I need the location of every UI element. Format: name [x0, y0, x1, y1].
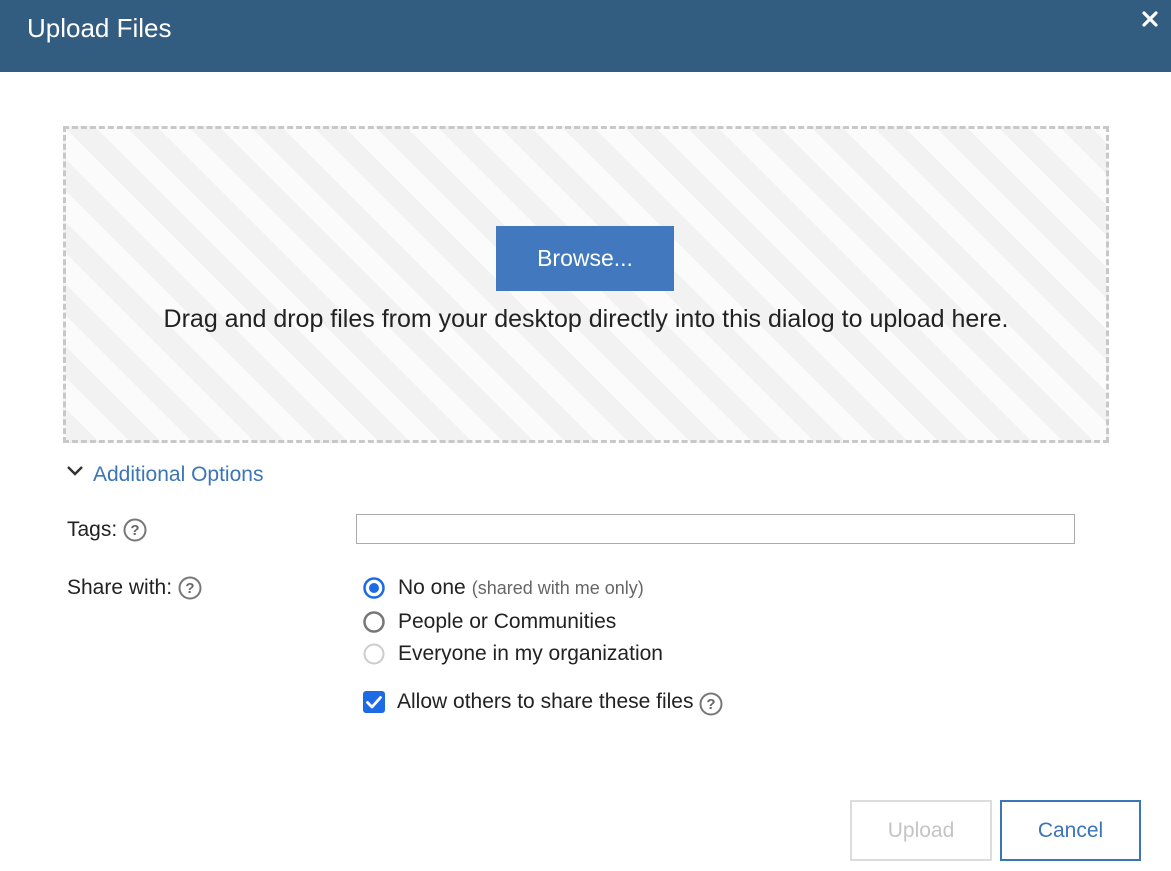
browse-button[interactable]: Browse... [496, 226, 674, 291]
share-option-label: People or Communities [398, 610, 617, 633]
help-icon[interactable]: ? [178, 576, 202, 600]
share-option-hint: (shared with me only) [471, 577, 644, 598]
additional-options-toggle[interactable]: Additional Options [66, 460, 263, 490]
drop-instructions: Drag and drop files from your desktop di… [163, 305, 1009, 333]
checkbox-checked-icon[interactable] [362, 690, 386, 714]
share-label-row: Share with: ? [67, 576, 202, 600]
radio-unselected-icon[interactable] [363, 611, 385, 633]
dialog-titlebar: Upload Files [0, 0, 1171, 72]
share-option-label: No one [398, 576, 466, 599]
upload-button[interactable]: Upload [850, 800, 992, 861]
share-option-everyone[interactable]: Everyone in my organization [363, 642, 663, 666]
radio-selected-icon[interactable] [363, 577, 385, 599]
help-icon[interactable]: ? [123, 518, 147, 542]
cancel-button[interactable]: Cancel [1000, 800, 1141, 861]
chevron-down-icon [67, 466, 83, 476]
tags-input[interactable] [356, 514, 1075, 544]
dialog-title: Upload Files [27, 13, 172, 43]
share-option-no-one[interactable]: No one (shared with me only) [363, 576, 644, 600]
drop-zone[interactable]: Browse... Drag and drop files from your … [63, 126, 1109, 443]
svg-text:?: ? [185, 580, 194, 597]
radio-disabled-icon[interactable] [363, 643, 385, 665]
tags-label-row: Tags: ? [67, 518, 147, 542]
allow-share-label: Allow others to share these files [397, 690, 694, 713]
share-with-label: Share with: [67, 576, 173, 599]
svg-text:?: ? [131, 522, 140, 539]
svg-text:?: ? [707, 696, 716, 713]
additional-options-label[interactable]: Additional Options [93, 463, 263, 487]
share-option-label: Everyone in my organization [398, 642, 663, 665]
close-icon[interactable] [1139, 8, 1161, 30]
tags-label: Tags: [67, 518, 118, 541]
upload-files-dialog: Upload Files Browse... Drag and drop fil… [0, 0, 1171, 871]
share-option-people-communities[interactable]: People or Communities [363, 610, 616, 634]
help-icon[interactable]: ? [699, 692, 723, 716]
allow-share-row[interactable]: Allow others to share these files ? [362, 688, 723, 716]
